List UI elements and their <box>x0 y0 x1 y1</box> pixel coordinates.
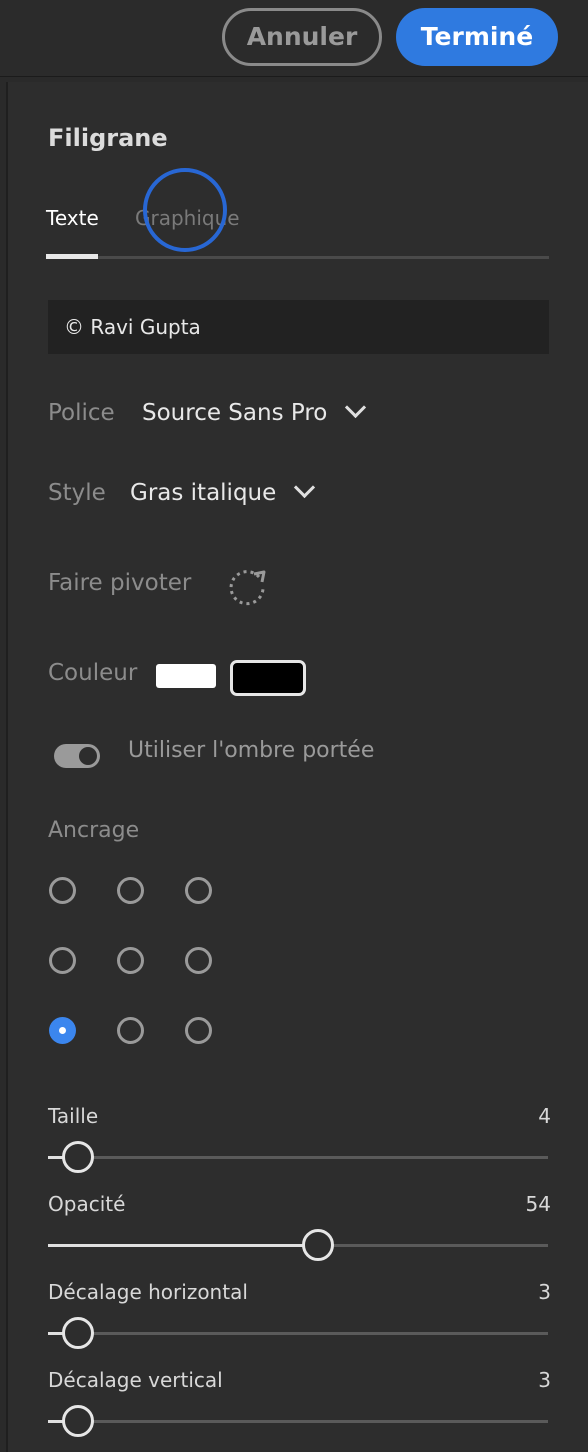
tab-text[interactable]: Texte <box>46 206 99 230</box>
offset-horizontal-label: Décalage horizontal <box>48 1280 248 1304</box>
slider-track <box>48 1156 548 1159</box>
tab-graphic[interactable]: Graphique <box>135 206 240 230</box>
style-label: Style <box>48 480 106 506</box>
watermark-panel: Filigrane Texte Graphique Police Source … <box>6 82 588 1452</box>
offset-horizontal-value: 3 <box>538 1280 551 1304</box>
color-label: Couleur <box>48 660 138 686</box>
tab-active-indicator <box>46 254 98 259</box>
done-button[interactable]: Terminé <box>396 8 558 66</box>
slider-fill <box>48 1244 318 1247</box>
style-dropdown[interactable]: Gras italique <box>130 476 316 506</box>
drop-shadow-label: Utiliser l'ombre portée <box>128 738 375 763</box>
slider-thumb[interactable] <box>62 1141 94 1173</box>
top-bar: Annuler Terminé <box>0 0 588 77</box>
anchor-middle-right[interactable] <box>185 947 212 974</box>
panel-title: Filigrane <box>48 124 168 152</box>
rotate-label: Faire pivoter <box>48 570 192 596</box>
anchor-top-right[interactable] <box>185 877 212 904</box>
anchor-top-left[interactable] <box>49 877 76 904</box>
black-swatch[interactable] <box>230 660 306 696</box>
font-value: Source Sans Pro <box>142 400 328 426</box>
opacity-value: 54 <box>525 1192 551 1216</box>
anchor-label: Ancrage <box>48 818 140 843</box>
anchor-middle-center[interactable] <box>117 947 144 974</box>
offset-vertical-label: Décalage vertical <box>48 1368 223 1392</box>
style-value: Gras italique <box>130 480 277 506</box>
anchor-bottom-center[interactable] <box>117 1017 144 1044</box>
chevron-down-icon <box>294 476 316 499</box>
chevron-down-icon <box>345 396 367 419</box>
anchor-middle-left[interactable] <box>49 947 76 974</box>
size-value: 4 <box>538 1104 551 1128</box>
offset-vertical-value: 3 <box>538 1368 551 1392</box>
slider-thumb[interactable] <box>302 1229 334 1261</box>
size-label: Taille <box>48 1104 99 1128</box>
watermark-text-input[interactable] <box>48 300 549 354</box>
drop-shadow-toggle[interactable] <box>54 744 100 768</box>
slider-track <box>48 1332 548 1335</box>
cancel-button[interactable]: Annuler <box>222 8 382 66</box>
toggle-knob <box>79 747 97 765</box>
anchor-bottom-left[interactable] <box>49 1017 76 1044</box>
white-swatch[interactable] <box>156 664 216 688</box>
anchor-bottom-right[interactable] <box>185 1017 212 1044</box>
rotate-icon[interactable] <box>224 564 270 610</box>
opacity-label: Opacité <box>48 1192 126 1216</box>
tab-divider <box>46 256 549 259</box>
slider-thumb[interactable] <box>62 1317 94 1349</box>
font-dropdown[interactable]: Source Sans Pro <box>142 396 367 426</box>
anchor-top-center[interactable] <box>117 877 144 904</box>
font-label: Police <box>48 400 115 426</box>
slider-thumb[interactable] <box>62 1405 94 1437</box>
slider-track <box>48 1420 548 1423</box>
